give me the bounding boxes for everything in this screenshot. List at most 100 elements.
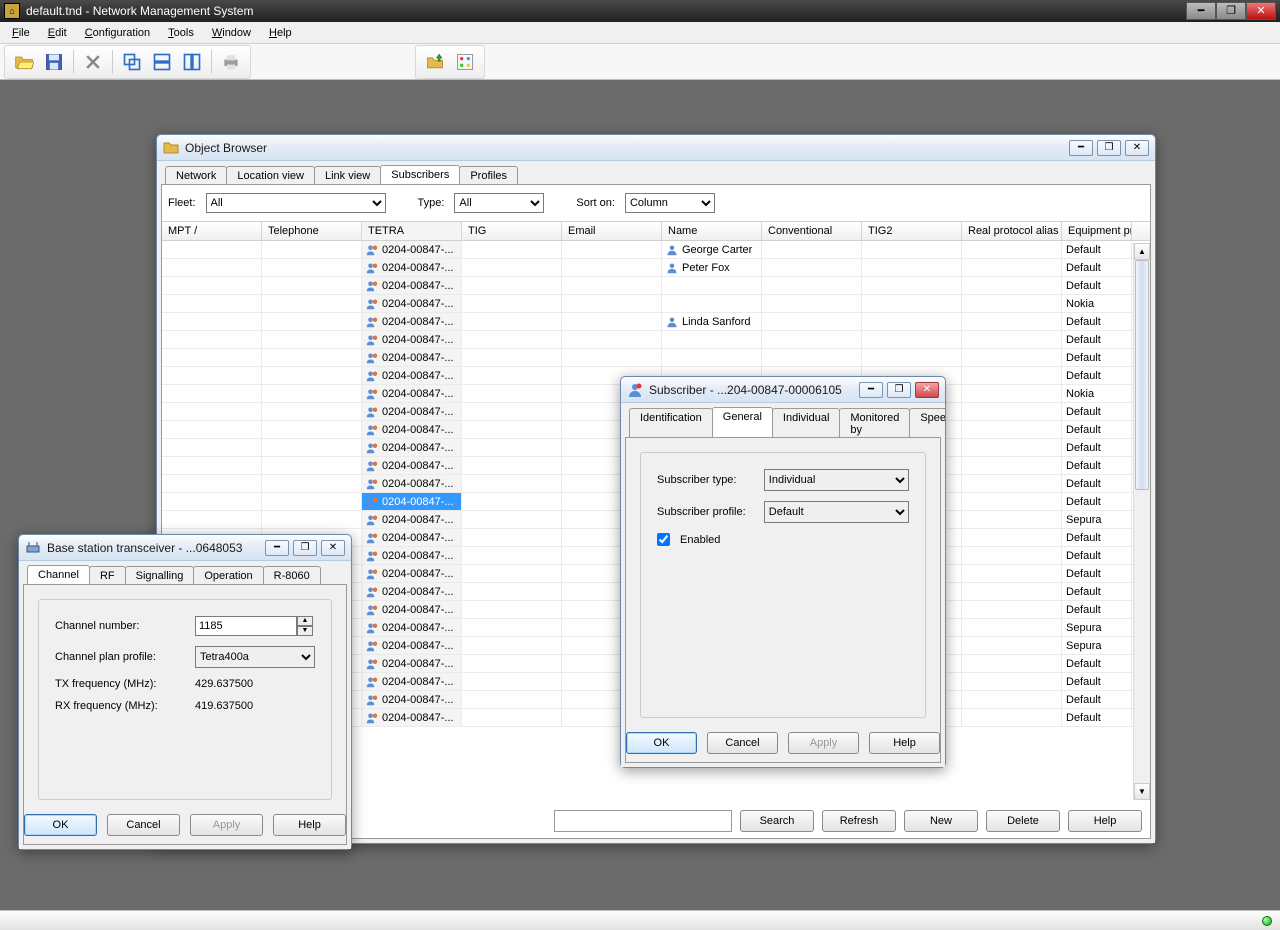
column-header[interactable]: Telephone [262, 222, 362, 240]
fleet-dropdown[interactable]: All [206, 193, 386, 213]
type-dropdown[interactable]: All [454, 193, 544, 213]
sub-help-button[interactable]: Help [869, 732, 940, 754]
table-cell [162, 349, 262, 366]
table-cell [862, 295, 962, 312]
sub-cancel-button[interactable]: Cancel [707, 732, 778, 754]
menu-configuration[interactable]: Configuration [77, 25, 158, 41]
bts-tab-operation[interactable]: Operation [193, 566, 263, 585]
ob-close-button[interactable]: ✕ [1125, 140, 1149, 156]
bts-tab-rf[interactable]: RF [89, 566, 126, 585]
menu-tools[interactable]: Tools [160, 25, 202, 41]
sub-minimize-button[interactable]: ━ [859, 382, 883, 398]
table-row[interactable]: 0204-00847-...Default [162, 349, 1150, 367]
subscriber-dialog: Subscriber - ...204-00847-00006105 ━ ❐ ✕… [620, 376, 946, 768]
sub-close-button[interactable]: ✕ [915, 382, 939, 398]
print-icon[interactable] [218, 49, 244, 75]
search-button[interactable]: Search [740, 810, 814, 832]
column-header[interactable]: TIG [462, 222, 562, 240]
bts-cancel-button[interactable]: Cancel [107, 814, 180, 836]
menu-edit[interactable]: Edit [40, 25, 75, 41]
sub-tab-general[interactable]: General [712, 407, 773, 437]
table-cell: 0204-00847-... [362, 709, 462, 726]
sub-ok-button[interactable]: OK [626, 732, 697, 754]
vertical-scrollbar[interactable]: ▲ ▼ [1133, 243, 1150, 800]
table-cell: 0204-00847-... [362, 349, 462, 366]
tile-v-icon[interactable] [179, 49, 205, 75]
open-icon[interactable] [11, 49, 37, 75]
table-row[interactable]: 0204-00847-...Default [162, 277, 1150, 295]
table-row[interactable]: 0204-00847-...Peter FoxDefault [162, 259, 1150, 277]
app-close-button[interactable]: ✕ [1246, 2, 1276, 20]
bts-help-button[interactable]: Help [273, 814, 346, 836]
cascade-icon[interactable] [119, 49, 145, 75]
bts-chplan-dropdown[interactable]: Tetra400a [195, 646, 315, 668]
tab-network[interactable]: Network [165, 166, 227, 185]
tab-subscribers[interactable]: Subscribers [380, 165, 460, 184]
spin-down-icon[interactable]: ▼ [297, 626, 313, 636]
table-cell [962, 511, 1062, 528]
tab-profiles[interactable]: Profiles [459, 166, 518, 185]
column-header[interactable]: Email [562, 222, 662, 240]
save-icon[interactable] [41, 49, 67, 75]
table-cell [762, 349, 862, 366]
tile-h-icon[interactable] [149, 49, 175, 75]
delete-button[interactable]: Delete [986, 810, 1060, 832]
grid-icon[interactable] [452, 49, 478, 75]
sub-tab-spee[interactable]: Spee [909, 408, 945, 438]
table-cell [762, 295, 862, 312]
bts-minimize-button[interactable]: ━ [265, 540, 289, 556]
sub-tab-identification[interactable]: Identification [629, 408, 713, 438]
column-header[interactable]: TETRA [362, 222, 462, 240]
bts-apply-button[interactable]: Apply [190, 814, 263, 836]
table-row[interactable]: 0204-00847-...Default [162, 331, 1150, 349]
menu-file[interactable]: File [4, 25, 38, 41]
sort-dropdown[interactable]: Column [625, 193, 715, 213]
person-icon [666, 316, 678, 328]
column-header[interactable]: Name [662, 222, 762, 240]
column-header[interactable]: Conventional [762, 222, 862, 240]
column-header[interactable]: Equipment pr [1062, 222, 1132, 240]
table-row[interactable]: 0204-00847-...Nokia [162, 295, 1150, 313]
bts-tab-r8060[interactable]: R-8060 [263, 566, 321, 585]
tab-location-view[interactable]: Location view [226, 166, 315, 185]
menu-window[interactable]: Window [204, 25, 259, 41]
search-input[interactable] [554, 810, 732, 832]
bts-tx-value: 429.637500 [195, 678, 253, 690]
sub-maximize-button[interactable]: ❐ [887, 382, 911, 398]
help-button[interactable]: Help [1068, 810, 1142, 832]
bts-tab-signalling[interactable]: Signalling [125, 566, 195, 585]
table-cell: Peter Fox [662, 259, 762, 276]
subscriber-row-icon [366, 334, 378, 346]
table-row[interactable]: 0204-00847-...Linda SanfordDefault [162, 313, 1150, 331]
sub-type-dropdown[interactable]: Individual [764, 469, 909, 491]
sub-tab-individual[interactable]: Individual [772, 408, 840, 438]
bts-dialog-title: Base station transceiver - ...0648053 [47, 541, 259, 555]
ob-maximize-button[interactable]: ❐ [1097, 140, 1121, 156]
upload-icon[interactable] [422, 49, 448, 75]
sub-apply-button[interactable]: Apply [788, 732, 859, 754]
bts-maximize-button[interactable]: ❐ [293, 540, 317, 556]
column-header[interactable]: MPT / [162, 222, 262, 240]
sub-tab-monitored-by[interactable]: Monitored by [839, 408, 910, 438]
sub-profile-dropdown[interactable]: Default [764, 501, 909, 523]
sub-enabled-checkbox[interactable] [657, 533, 670, 546]
bts-ok-button[interactable]: OK [24, 814, 97, 836]
bts-chnum-input[interactable] [195, 616, 297, 636]
new-button[interactable]: New [904, 810, 978, 832]
app-maximize-button[interactable]: ❐ [1216, 2, 1246, 20]
spin-up-icon[interactable]: ▲ [297, 616, 313, 626]
delete-icon[interactable] [80, 49, 106, 75]
column-header[interactable]: TIG2 [862, 222, 962, 240]
refresh-button[interactable]: Refresh [822, 810, 896, 832]
tab-link-view[interactable]: Link view [314, 166, 381, 185]
app-minimize-button[interactable]: ━ [1186, 2, 1216, 20]
ob-minimize-button[interactable]: ━ [1069, 140, 1093, 156]
table-cell [462, 547, 562, 564]
bts-close-button[interactable]: ✕ [321, 540, 345, 556]
column-header[interactable]: Real protocol alias [962, 222, 1062, 240]
subscriber-row-icon [366, 550, 378, 562]
bts-tab-channel[interactable]: Channel [27, 565, 90, 584]
scroll-thumb[interactable] [1135, 260, 1149, 490]
menu-help[interactable]: Help [261, 25, 300, 41]
table-row[interactable]: 0204-00847-...George CarterDefault [162, 241, 1150, 259]
